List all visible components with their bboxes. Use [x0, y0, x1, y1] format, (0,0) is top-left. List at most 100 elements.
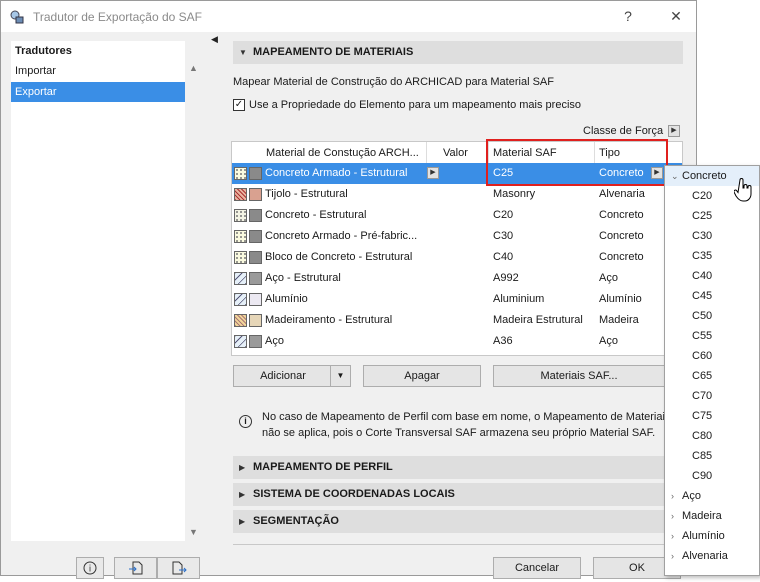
saf-material-value[interactable]: Masonry	[493, 184, 593, 205]
dropdown-item-c30[interactable]: C30	[665, 226, 759, 246]
material-type-value[interactable]: Aço	[599, 331, 669, 352]
section-local-coordinates[interactable]: ▶ SISTEMA DE COORDENADAS LOCAIS	[233, 483, 683, 506]
material-type-value[interactable]: Alumínio	[599, 289, 669, 310]
column-header-value[interactable]: Valor	[439, 142, 489, 164]
dropdown-item-c75[interactable]: C75	[665, 406, 759, 426]
force-class-label[interactable]: Classe de Força	[583, 125, 663, 137]
concrete-pattern-icon	[234, 167, 247, 180]
dropdown-item-c50[interactable]: C50	[665, 306, 759, 326]
saf-material-value[interactable]: Madeira Estrutural	[493, 310, 593, 331]
dropdown-item-c85[interactable]: C85	[665, 446, 759, 466]
force-class-arrow-icon[interactable]: ▶	[668, 125, 680, 137]
scroll-down-icon[interactable]: ▼	[189, 527, 198, 537]
svg-text:i: i	[89, 565, 92, 575]
collapse-panel-icon[interactable]: ◀	[211, 34, 218, 45]
add-dropdown-chevron-icon[interactable]: ▼	[330, 366, 350, 386]
table-row[interactable]: Bloco de Concreto - Estrutural C40 Concr…	[232, 247, 682, 268]
window-title: Tradutor de Exportação do SAF	[33, 10, 202, 24]
section-material-title: MAPEAMENTO DE MATERIAIS	[253, 46, 414, 58]
close-button[interactable]: ✕	[665, 7, 687, 25]
info-icon: i	[239, 415, 252, 428]
table-row[interactable]: Concreto - Estrutural C20 Concreto	[232, 205, 682, 226]
column-header-archicad-material[interactable]: Material de Constução ARCH...	[262, 142, 427, 164]
dropdown-group-masonry[interactable]: › Alvenaria	[665, 546, 759, 566]
scroll-up-icon[interactable]: ▲	[189, 63, 198, 73]
material-type-value[interactable]: Concreto	[599, 226, 669, 247]
table-row[interactable]: Tijolo - Estrutural Masonry Alvenaria	[232, 184, 682, 205]
material-type-value[interactable]: Alvenaria	[599, 184, 669, 205]
material-color-swatch	[249, 167, 262, 180]
saf-material-value[interactable]: C20	[493, 205, 593, 226]
dropdown-group-label: Alvenaria	[682, 550, 728, 562]
saf-materials-button[interactable]: Materiais SAF...	[493, 365, 665, 387]
saf-material-highlight	[486, 139, 668, 186]
dropdown-item-c55[interactable]: C55	[665, 326, 759, 346]
title-bar: Tradutor de Exportação do SAF ? ✕	[1, 1, 696, 32]
material-type-value[interactable]: Aço	[599, 268, 669, 289]
chevron-down-icon: ⌄	[671, 171, 679, 181]
translators-panel: Tradutores Importar Exportar ▲ ▼	[11, 41, 198, 541]
element-property-checkbox[interactable]: ✓	[233, 99, 245, 111]
archicad-material-name: Aço	[265, 335, 284, 347]
translator-item-export[interactable]: Exportar	[11, 82, 185, 102]
material-type-value[interactable]: Concreto	[599, 205, 669, 226]
dropdown-group-label: Madeira	[682, 510, 722, 522]
archicad-material-name: Bloco de Concreto - Estrutural	[265, 251, 413, 263]
translators-header: Tradutores	[15, 45, 72, 57]
chevron-right-icon: ›	[671, 491, 674, 501]
row-arrow-icon[interactable]: ▶	[427, 167, 439, 179]
steel-pattern-icon	[234, 272, 247, 285]
dropdown-group-steel[interactable]: › Aço	[665, 486, 759, 506]
material-type-value[interactable]: Madeira	[599, 310, 669, 331]
help-button[interactable]: ?	[617, 7, 639, 25]
chevron-right-icon: ›	[671, 511, 674, 521]
saf-material-dropdown: ⌄ Concreto C20 C25 C30 C35 C40 C45 C50 C…	[664, 165, 760, 576]
saf-material-value[interactable]: A36	[493, 331, 593, 352]
table-row[interactable]: Aço A36 Aço	[232, 331, 682, 352]
section-profile-mapping[interactable]: ▶ MAPEAMENTO DE PERFIL	[233, 456, 683, 479]
material-color-swatch	[249, 230, 262, 243]
translator-item-import[interactable]: Importar	[11, 61, 185, 81]
dropdown-item-c60[interactable]: C60	[665, 346, 759, 366]
saf-material-value[interactable]: A992	[493, 268, 593, 289]
table-row[interactable]: Aço - Estrutural A992 Aço	[232, 268, 682, 289]
archicad-material-name: Concreto Armado - Estrutural	[265, 167, 408, 179]
dropdown-item-c70[interactable]: C70	[665, 386, 759, 406]
table-row[interactable]: Alumínio Aluminium Alumínio	[232, 289, 682, 310]
material-type-value[interactable]: Concreto	[599, 247, 669, 268]
saf-material-value[interactable]: Aluminium	[493, 289, 593, 310]
section-segmentation[interactable]: ▶ SEGMENTAÇÃO	[233, 510, 683, 533]
archicad-material-name: Aço - Estrutural	[265, 272, 341, 284]
dropdown-item-c45[interactable]: C45	[665, 286, 759, 306]
concrete-pattern-icon	[234, 230, 247, 243]
saf-material-value[interactable]: C40	[493, 247, 593, 268]
chevron-right-icon: ›	[671, 551, 674, 561]
dialog-window: Tradutor de Exportação do SAF ? ✕ Tradut…	[0, 0, 697, 579]
dropdown-group-aluminium[interactable]: › Alumínio	[665, 526, 759, 546]
saf-material-value[interactable]: C30	[493, 226, 593, 247]
dropdown-group-label: Alumínio	[682, 530, 725, 542]
dropdown-group-label: Aço	[682, 490, 701, 502]
footer-divider	[233, 544, 683, 545]
section-profile-title: MAPEAMENTO DE PERFIL	[253, 461, 393, 473]
material-description: Mapear Material de Construção do ARCHICA…	[233, 76, 554, 88]
add-button[interactable]: Adicionar ▼	[233, 365, 351, 387]
section-material-mapping[interactable]: ▼ MAPEAMENTO DE MATERIAIS	[233, 41, 683, 64]
info-text: No caso de Mapeamento de Perfil com base…	[262, 411, 671, 439]
section-collapsed-icon: ▶	[239, 463, 246, 472]
dropdown-item-c80[interactable]: C80	[665, 426, 759, 446]
add-button-label: Adicionar	[260, 370, 306, 382]
steel-pattern-icon	[234, 335, 247, 348]
delete-button[interactable]: Apagar	[363, 365, 481, 387]
table-row[interactable]: Madeiramento - Estrutural Madeira Estrut…	[232, 310, 682, 331]
dropdown-group-wood[interactable]: › Madeira	[665, 506, 759, 526]
info-message: i No caso de Mapeamento de Perfil com ba…	[233, 401, 673, 443]
section-segmentation-title: SEGMENTAÇÃO	[253, 515, 339, 527]
dropdown-item-c90[interactable]: C90	[665, 466, 759, 486]
section-collapsed-icon: ▶	[239, 490, 246, 499]
table-row[interactable]: Concreto Armado - Pré-fabric... C30 Conc…	[232, 226, 682, 247]
dropdown-item-c35[interactable]: C35	[665, 246, 759, 266]
dropdown-item-c25[interactable]: C25	[665, 206, 759, 226]
dropdown-item-c40[interactable]: C40	[665, 266, 759, 286]
dropdown-item-c65[interactable]: C65	[665, 366, 759, 386]
